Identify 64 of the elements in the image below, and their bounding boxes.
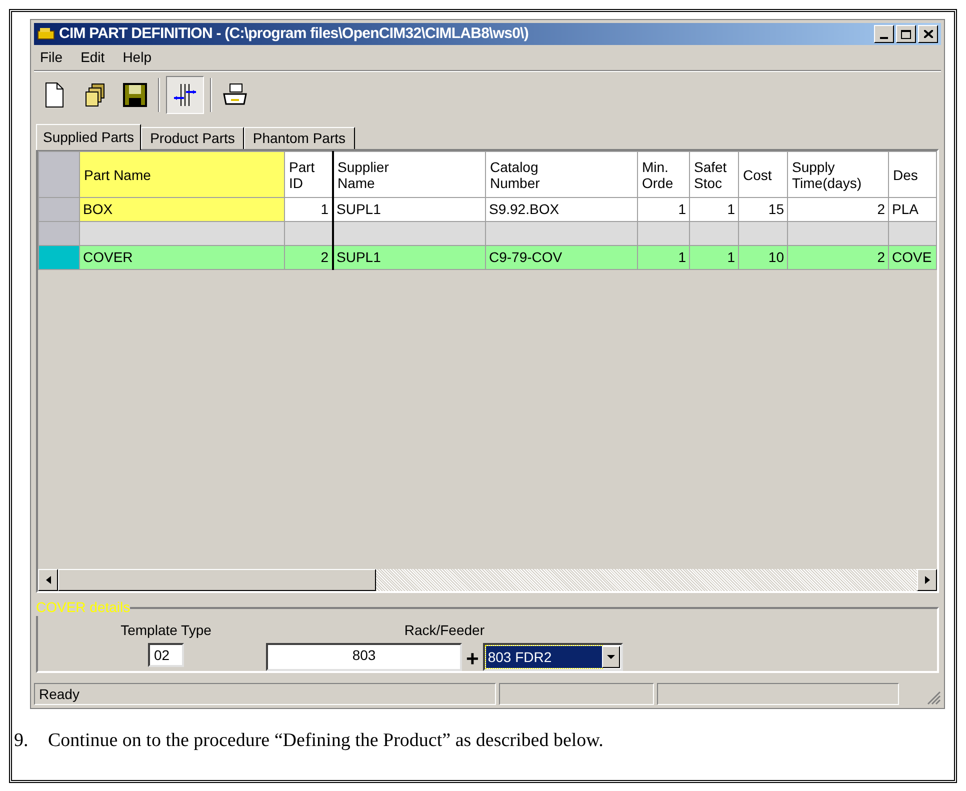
tab[interactable]: Supplied Parts [36, 124, 142, 150]
toolbar-button[interactable] [166, 76, 204, 114]
column-header[interactable]: Supplier Name [332, 152, 486, 198]
column-header[interactable]: Des [888, 152, 936, 198]
right-arrow-icon [924, 576, 930, 584]
table-cell: SUPL1 [332, 246, 486, 270]
minimize-icon [880, 37, 888, 39]
maximize-button[interactable] [896, 25, 916, 43]
scroll-left-button[interactable] [38, 569, 58, 591]
column-header[interactable]: Catalog Number [486, 152, 638, 198]
minimize-button[interactable] [874, 25, 894, 43]
table-cell: BOX [80, 198, 284, 222]
column-header[interactable]: Part Name [80, 152, 284, 198]
table-cell: SUPL1 [332, 198, 486, 222]
column-header[interactable]: Supply Time(days) [788, 152, 888, 198]
column-header[interactable]: Part ID [284, 152, 332, 198]
rack-feeder-label: Rack/Feeder [404, 621, 484, 639]
column-header[interactable]: Safet Stoc [690, 152, 738, 198]
table-cell: 1 [638, 198, 690, 222]
table-cell: C9-79-COV [486, 246, 638, 270]
menu-item[interactable]: Edit [78, 47, 107, 68]
table-cell: 1 [284, 198, 332, 222]
tab[interactable]: Phantom Parts [244, 127, 354, 149]
table-cell: 1 [638, 246, 690, 270]
table-cell: 1 [690, 246, 738, 270]
feeder-value: 803 FDR2 [486, 646, 602, 668]
dropdown-arrow-icon [606, 655, 615, 659]
horizontal-scrollbar[interactable] [38, 569, 937, 591]
close-button[interactable] [918, 25, 938, 43]
menu-item[interactable]: Help [120, 47, 154, 68]
rack-field[interactable]: 803 [266, 643, 462, 671]
close-icon [924, 30, 932, 38]
window-title: CIM PART DEFINITION - (C:\program files\OpenCIM32\CIMLAB8\ws0\) [59, 24, 530, 44]
table-cell: 10 [738, 246, 788, 270]
menu-item[interactable]: File [38, 47, 65, 68]
table-cell: 2 [788, 198, 888, 222]
dropdown-button[interactable] [602, 646, 620, 668]
plus-sign: + [466, 648, 479, 670]
template-type-value: 02 [154, 646, 170, 664]
instruction-text: Continue on to the procedure “Defining the Product” as described below. [48, 729, 604, 753]
scroll-right-button[interactable] [917, 569, 937, 591]
template-type-field[interactable]: 02 [148, 643, 184, 667]
table-cell: 2 [788, 246, 888, 270]
feeder-dropdown[interactable]: 803 FDR2 [482, 643, 623, 671]
table-cell: COVE [888, 246, 936, 270]
row-header [38, 152, 80, 198]
table-cell: 2 [284, 246, 332, 270]
table-cell: COVER [80, 246, 284, 270]
maximize-icon [901, 30, 911, 38]
rack-value: 803 [352, 646, 376, 665]
tab[interactable]: Product Parts [141, 127, 244, 149]
column-header[interactable]: Cost [738, 152, 788, 198]
app-icon [37, 27, 55, 41]
table-cell: PLA [888, 198, 936, 222]
scroll-thumb[interactable] [58, 569, 376, 591]
column-header[interactable]: Min. Orde [638, 152, 690, 198]
status-text: Ready [39, 684, 80, 704]
template-type-label: Template Type [120, 621, 212, 639]
table-cell: 1 [690, 198, 738, 222]
step-number: 9. [14, 729, 30, 753]
resize-grip-icon [927, 691, 941, 705]
table-cell: 15 [738, 198, 788, 222]
table-cell: S9.92.BOX [486, 198, 638, 222]
left-arrow-icon [46, 576, 50, 584]
